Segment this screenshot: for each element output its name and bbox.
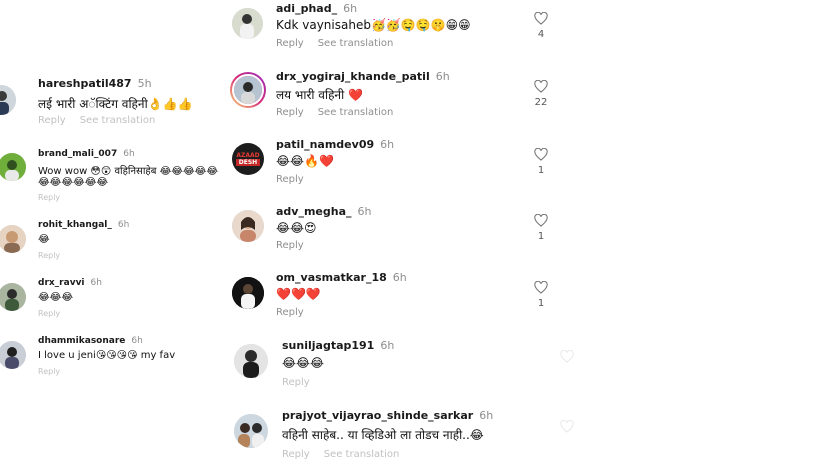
- comment-username[interactable]: suniljagtap191 6h: [282, 339, 394, 352]
- heart-outline-icon[interactable]: [560, 420, 574, 433]
- like-count: 1: [537, 298, 545, 309]
- heart-outline-icon[interactable]: [534, 281, 548, 294]
- comment-text: 😂😂😂: [282, 356, 325, 370]
- heart-outline-icon[interactable]: [534, 12, 548, 25]
- avatar[interactable]: [0, 85, 16, 115]
- comment-text: Kdk vaynisaheb🥳🥳🤤🤤🤫😁😁: [276, 18, 471, 32]
- avatar[interactable]: [232, 8, 263, 39]
- see-translation-button[interactable]: See translation: [80, 115, 156, 126]
- comment-username[interactable]: adi_phad_ 6h: [276, 2, 357, 15]
- reply-button[interactable]: Reply: [276, 174, 304, 185]
- avatar[interactable]: [0, 341, 26, 369]
- comment-text-line-1: Wow wow 😳😲 वहिनिसाहेब 😂😂😂😂😂: [38, 166, 219, 177]
- comment-text-line-2: 😂😂😂😂😂😂: [38, 177, 109, 188]
- comment-time: 6h: [435, 70, 450, 83]
- avatar[interactable]: [0, 283, 26, 311]
- comment-time: 6h: [343, 2, 358, 15]
- avatar-text: DESH: [236, 159, 260, 166]
- comment-actions: Reply See translation: [276, 107, 407, 118]
- reply-button[interactable]: Reply: [282, 377, 310, 388]
- heart-outline-icon[interactable]: [534, 214, 548, 227]
- reply-button[interactable]: Reply: [276, 107, 304, 118]
- avatar[interactable]: [0, 153, 26, 181]
- see-translation-button[interactable]: See translation: [318, 107, 394, 118]
- comment-text: 😂😂😍: [276, 221, 317, 235]
- comment-username[interactable]: brand_mali_007 6h: [38, 149, 135, 159]
- avatar[interactable]: [232, 277, 264, 309]
- comment-time: 6h: [479, 409, 494, 422]
- comment-time: 6h: [380, 138, 395, 151]
- reply-button[interactable]: Reply: [38, 193, 60, 202]
- comment-username[interactable]: hareshpatil487 5h: [38, 77, 152, 90]
- comment-actions: Reply: [38, 251, 74, 260]
- comment-username[interactable]: rohit_khangal_ 6h: [38, 220, 129, 230]
- comment-text: I love u jeni😘😘😘😘 my fav: [38, 350, 176, 361]
- reply-button[interactable]: Reply: [38, 251, 60, 260]
- like-count: 22: [534, 97, 548, 108]
- comment-time: 6h: [123, 149, 135, 159]
- comment-username[interactable]: dhammikasonare 6h: [38, 336, 143, 346]
- comment-actions: Reply: [282, 377, 324, 388]
- comment-actions: Reply: [276, 174, 318, 185]
- comment-time: 6h: [117, 220, 130, 230]
- comment-text: लय भारी वहिनी ❤️: [276, 88, 363, 102]
- avatar[interactable]: [0, 225, 26, 253]
- comment-text: 😂: [38, 234, 50, 245]
- comment-actions: Reply See translation: [38, 115, 169, 126]
- avatar[interactable]: [234, 344, 268, 378]
- see-translation-button[interactable]: See translation: [324, 449, 400, 460]
- avatar[interactable]: [232, 210, 264, 242]
- comment-actions: Reply: [38, 193, 74, 202]
- comment-username[interactable]: adv_megha_ 6h: [276, 205, 372, 218]
- comment-username[interactable]: om_vasmatkar_18 6h: [276, 271, 407, 284]
- comment-time: 6h: [131, 336, 143, 346]
- comment-text: 😂😂😂: [38, 292, 74, 303]
- avatar[interactable]: AZAAD DESH: [232, 143, 264, 175]
- see-translation-button[interactable]: See translation: [318, 38, 394, 49]
- comment-time: 6h: [392, 271, 407, 284]
- comment-time: 5h: [137, 77, 152, 90]
- like-count: 1: [537, 231, 545, 242]
- avatar-text: AZAAD: [236, 152, 260, 159]
- comment-actions: Reply See translation: [282, 449, 413, 460]
- reply-button[interactable]: Reply: [38, 115, 66, 126]
- reply-button[interactable]: Reply: [276, 240, 304, 251]
- reply-button[interactable]: Reply: [276, 307, 304, 318]
- comment-actions: Reply See translation: [276, 38, 407, 49]
- heart-outline-icon[interactable]: [534, 80, 548, 93]
- like-count: 1: [537, 165, 545, 176]
- avatar[interactable]: [234, 414, 268, 448]
- comment-actions: Reply: [38, 309, 74, 318]
- reply-button[interactable]: Reply: [38, 309, 60, 318]
- comment-username[interactable]: drx_ravvi 6h: [38, 278, 102, 288]
- reply-button[interactable]: Reply: [282, 449, 310, 460]
- comment-text: ❤️❤️❤️: [276, 287, 321, 301]
- comment-text: लई भारी अॅक्टिंग वहिनी👌👍👍: [38, 97, 193, 111]
- comment-time: 6h: [90, 278, 102, 288]
- avatar-story-ring[interactable]: [230, 72, 266, 108]
- comment-text: 😂😂🔥❤️: [276, 154, 334, 168]
- heart-outline-icon[interactable]: [534, 148, 548, 161]
- comment-actions: Reply: [38, 367, 74, 376]
- comment-username[interactable]: prajyot_vijayrao_shinde_sarkar 6h: [282, 409, 493, 422]
- comment-username[interactable]: patil_namdev09 6h: [276, 138, 394, 151]
- comment-actions: Reply: [276, 307, 318, 318]
- comment-username[interactable]: drx_yogiraj_khande_patil 6h: [276, 70, 450, 83]
- comment-time: 6h: [357, 205, 372, 218]
- reply-button[interactable]: Reply: [276, 38, 304, 49]
- like-count: 4: [537, 29, 545, 40]
- comment-text: वहिनी साहेब.. या व्हिडिओ ला तोडच नाही..😂: [282, 428, 484, 442]
- comment-time: 6h: [380, 339, 395, 352]
- reply-button[interactable]: Reply: [38, 367, 60, 376]
- heart-outline-icon[interactable]: [560, 350, 574, 363]
- comment-actions: Reply: [276, 240, 318, 251]
